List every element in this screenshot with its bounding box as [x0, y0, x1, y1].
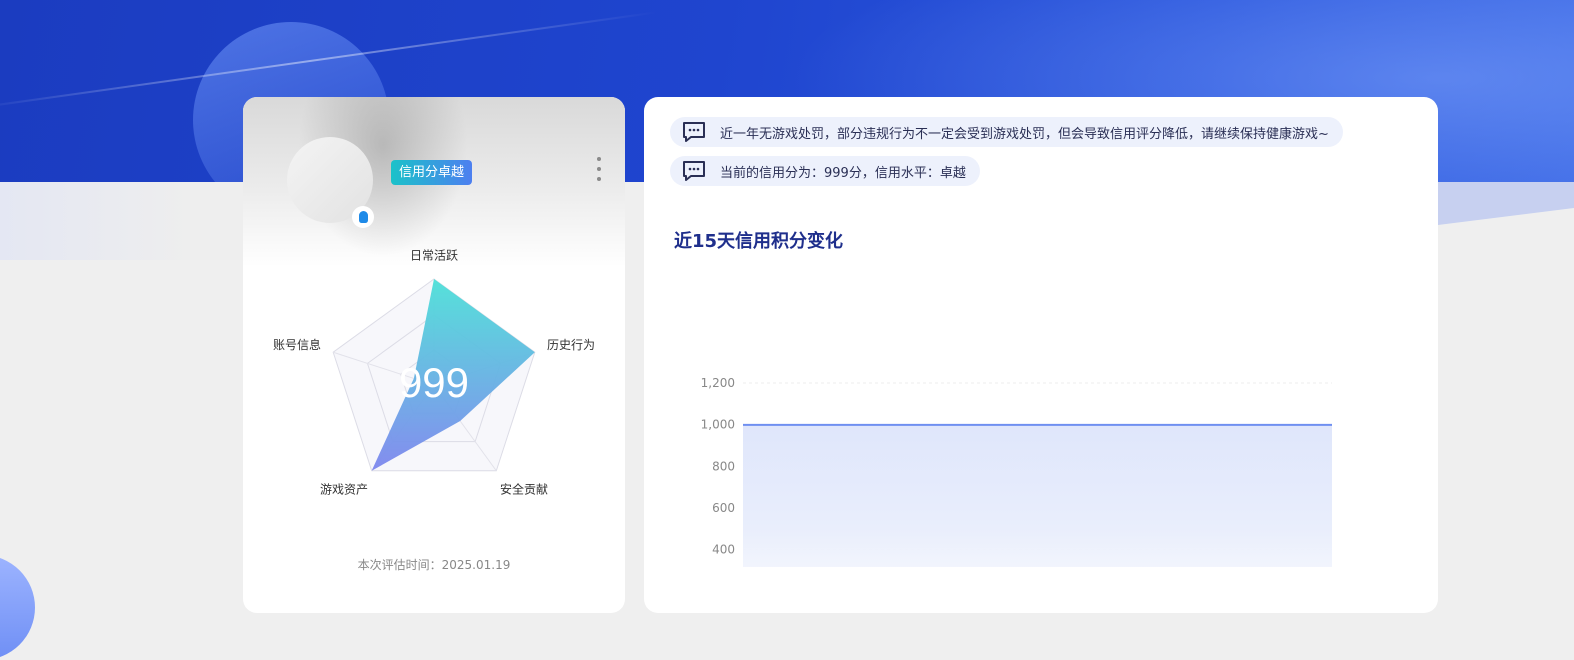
credit-radar-chart: 日常活跃历史行为安全贡献 游戏资产 账号信息 999: [243, 237, 625, 567]
chart-title: 近15天信用积分变化: [674, 227, 843, 253]
credit-trend-chart: 02004006008001,0001,20006日07日08日09日10日11…: [644, 257, 1438, 567]
decorative-blob: [0, 555, 35, 660]
radar-axis-label: 安全贡献: [500, 482, 548, 497]
notice-penalty: 近一年无游戏处罚，部分违规行为不一定会受到游戏处罚，但会导致信用评分降低，请继续…: [670, 117, 1343, 147]
area-fill: [743, 425, 1332, 567]
message-icon: [682, 160, 706, 182]
y-tick-label: 600: [712, 501, 735, 515]
credit-profile-card: 信用分卓越 日常活跃历史行为安全贡献 游戏资产 账号信息 999 本次评估时间：20…: [243, 97, 625, 613]
radar-axis-label: 游戏资产: [320, 483, 368, 497]
credit-detail-card: 近一年无游戏处罚，部分违规行为不一定会受到游戏处罚，但会导致信用评分降低，请继续…: [644, 97, 1438, 613]
notice-text: 近一年无游戏处罚，部分违规行为不一定会受到游戏处罚，但会导致信用评分降低，请继续…: [720, 123, 1329, 142]
credit-level-badge: 信用分卓越: [391, 160, 472, 185]
radar-axis-label: 历史行为: [547, 338, 595, 352]
message-icon: [682, 121, 706, 143]
notice-text: 当前的信用分为：999分，信用水平：卓越: [720, 162, 966, 181]
y-tick-label: 800: [712, 459, 735, 473]
radar-axis-label: 日常活跃: [410, 249, 458, 263]
qq-icon: [352, 206, 374, 228]
y-tick-label: 1,000: [701, 418, 735, 432]
y-tick-label: 400: [712, 543, 735, 557]
radar-axis-label: 账号信息: [273, 337, 321, 352]
y-tick-label: 1,200: [701, 376, 735, 390]
evaluation-time: 本次评估时间：2025.01.19: [243, 556, 625, 573]
credit-score: 999: [399, 359, 469, 406]
notice-current-score: 当前的信用分为：999分，信用水平：卓越: [670, 156, 980, 186]
more-options-icon[interactable]: [593, 157, 605, 181]
